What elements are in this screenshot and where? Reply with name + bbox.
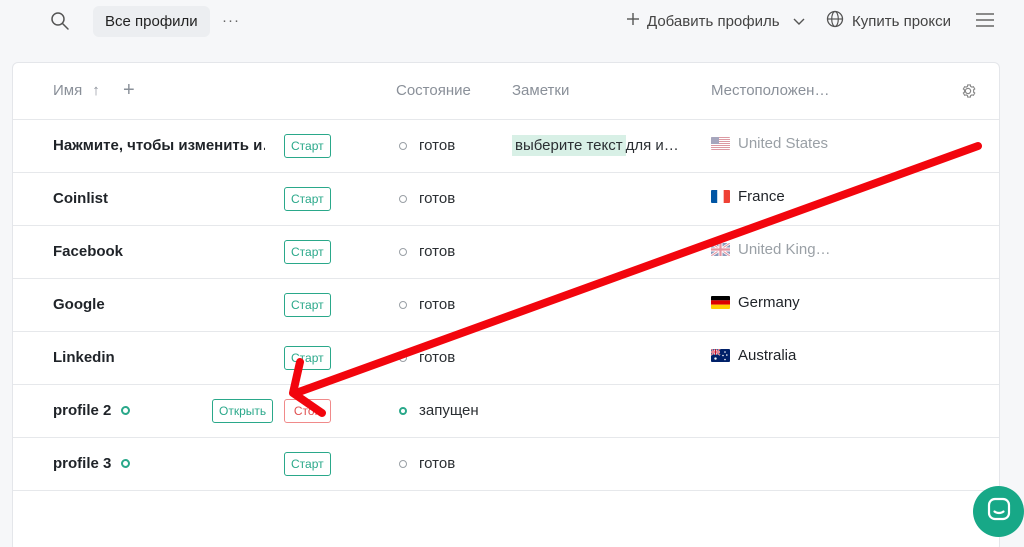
status-dot-icon [121, 459, 131, 468]
us-flag-icon [711, 137, 730, 150]
column-header-state[interactable]: Состояние [396, 82, 471, 99]
profile-name-label: Google [53, 296, 105, 313]
stop-button[interactable]: Стоп [284, 399, 331, 423]
start-button[interactable]: Старт [284, 240, 331, 264]
status-cell: готов [399, 137, 455, 154]
table-row[interactable]: Linkedin Старт готов Australia [13, 332, 999, 385]
globe-icon [826, 10, 844, 32]
start-button[interactable]: Старт [284, 452, 331, 476]
profile-name[interactable]: profile 2 [53, 402, 131, 419]
profile-name[interactable]: Google [53, 296, 105, 313]
add-column-icon[interactable]: + [123, 80, 135, 100]
status-label: запущен [419, 402, 479, 419]
status-cell: запущен [399, 402, 479, 419]
status-label: готов [419, 455, 456, 472]
location-cell[interactable]: France [711, 188, 785, 205]
au-flag-icon [711, 349, 730, 362]
location-label: Germany [738, 294, 800, 311]
profile-name-label: profile 2 [53, 402, 112, 419]
notes-cell[interactable]: выберите текст для и… [512, 134, 679, 156]
location-cell[interactable]: United States [711, 135, 828, 152]
status-cell: готов [399, 296, 455, 313]
top-toolbar: Все профили ··· Добавить профиль Купить … [0, 0, 1024, 44]
profile-name-label: profile 3 [53, 455, 112, 472]
plus-icon [626, 12, 640, 30]
hamburger-menu-icon[interactable] [976, 12, 994, 28]
column-header-name[interactable]: Имя ↑ [53, 82, 100, 99]
table-row[interactable]: Google Старт готов Germany [13, 279, 999, 332]
more-options-icon[interactable]: ··· [222, 12, 240, 29]
status-indicator-icon [399, 194, 407, 203]
column-header-notes[interactable]: Заметки [512, 82, 569, 99]
table-row[interactable]: Coinlist Старт готов France [13, 173, 999, 226]
location-label: United States [738, 135, 829, 152]
search-icon[interactable] [50, 11, 70, 31]
status-indicator-icon [399, 247, 407, 256]
gear-icon[interactable] [959, 82, 977, 100]
buy-proxy-label: Купить прокси [852, 12, 952, 30]
buy-proxy-button[interactable]: Купить прокси [826, 10, 951, 32]
profile-name[interactable]: Facebook [53, 243, 123, 260]
profiles-table: Имя ↑ + Состояние Заметки Местоположен… … [12, 62, 1000, 547]
profile-name-label: Coinlist [53, 190, 108, 207]
location-label: United King… [738, 241, 831, 258]
status-label: готов [419, 137, 456, 154]
start-button[interactable]: Старт [284, 346, 331, 370]
status-label: готов [419, 296, 456, 313]
table-header: Имя ↑ + Состояние Заметки Местоположен… [13, 63, 999, 120]
fr-flag-icon [711, 190, 730, 203]
status-indicator-icon [399, 300, 407, 309]
location-cell[interactable]: United King… [711, 241, 831, 258]
status-dot-icon [121, 406, 131, 415]
location-label: France [738, 188, 785, 205]
status-indicator-icon [399, 459, 407, 468]
status-cell: готов [399, 455, 455, 472]
profile-name-label: Facebook [53, 243, 124, 260]
de-flag-icon [711, 296, 730, 309]
status-cell: готов [399, 349, 455, 366]
status-indicator-icon [399, 141, 407, 150]
column-name-label: Имя [53, 82, 83, 99]
location-cell[interactable]: Germany [711, 294, 800, 311]
location-label: Australia [738, 347, 797, 364]
profile-name[interactable]: Нажмите, чтобы изменить и… [53, 137, 265, 154]
status-label: готов [419, 349, 456, 366]
chevron-down-icon[interactable] [793, 13, 805, 30]
profile-name[interactable]: Coinlist [53, 190, 108, 207]
profile-name-label: Linkedin [53, 349, 115, 366]
profile-name[interactable]: Linkedin [53, 349, 115, 366]
start-button[interactable]: Старт [284, 293, 331, 317]
notes-text: для и… [625, 136, 679, 154]
table-row[interactable]: profile 2 Открыть Стоп запущен [13, 385, 999, 438]
status-cell: готов [399, 243, 455, 260]
status-label: готов [419, 190, 456, 207]
profile-name-label: Нажмите, чтобы изменить и… [53, 137, 265, 154]
status-indicator-icon [399, 353, 407, 362]
gb-flag-icon [711, 243, 730, 256]
status-cell: готов [399, 190, 455, 207]
table-row[interactable]: profile 3 Старт готов [13, 438, 999, 491]
chat-icon [986, 496, 1012, 527]
status-label: готов [419, 243, 456, 260]
start-button[interactable]: Старт [284, 134, 331, 158]
open-button[interactable]: Открыть [212, 399, 274, 423]
column-header-location[interactable]: Местоположен… [711, 82, 829, 99]
sort-ascending-icon[interactable]: ↑ [92, 82, 100, 99]
start-button[interactable]: Старт [284, 187, 331, 211]
add-profile-button[interactable]: Добавить профиль [626, 10, 805, 32]
profile-name[interactable]: profile 3 [53, 455, 131, 472]
add-profile-label: Добавить профиль [647, 12, 780, 30]
location-cell[interactable]: Australia [711, 347, 796, 364]
table-row[interactable]: Facebook Старт готов United King… [13, 226, 999, 279]
tab-all-profiles[interactable]: Все профили [93, 6, 210, 37]
notes-highlight: выберите текст [512, 134, 626, 156]
support-chat-button[interactable] [973, 486, 1024, 537]
table-row[interactable]: Нажмите, чтобы изменить и… Старт готов выбе… [13, 120, 999, 173]
status-indicator-icon [399, 406, 407, 415]
